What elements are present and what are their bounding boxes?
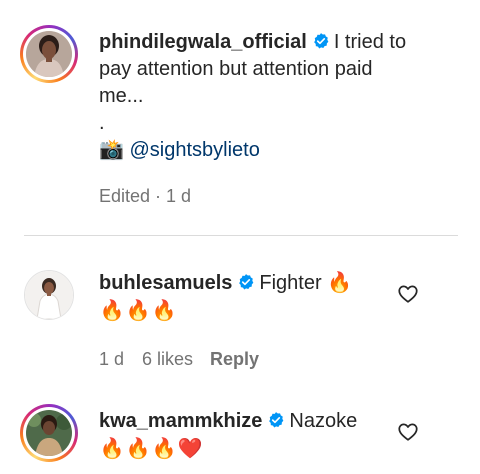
story-ring[interactable] xyxy=(20,25,78,83)
heart-outline-icon[interactable] xyxy=(397,283,419,305)
avatar xyxy=(26,410,72,456)
verified-badge-icon xyxy=(239,274,254,290)
comment-text: I tried to xyxy=(333,31,407,53)
fire-emoji: 🔥 xyxy=(99,300,125,322)
fire-emoji: 🔥 xyxy=(151,300,177,322)
fire-emoji: 🔥 xyxy=(125,300,151,322)
comment-text-line-2: pay attention but attention paid xyxy=(99,58,373,80)
story-ring[interactable] xyxy=(20,404,78,462)
fire-emoji: 🔥 xyxy=(327,272,353,294)
red-heart-emoji: ❤️ xyxy=(177,438,203,460)
comment-username[interactable]: kwa_mammkhize xyxy=(99,410,262,432)
fire-emoji: 🔥 xyxy=(99,438,125,460)
comment-username[interactable]: buhlesamuels xyxy=(99,272,232,294)
comment-text: Fighter xyxy=(259,272,322,294)
mention-link[interactable]: @sightsbylieto xyxy=(129,139,259,161)
verified-badge-icon xyxy=(269,412,284,428)
comment-time: 1 d xyxy=(99,349,125,369)
comment-username[interactable]: phindilegwala_official xyxy=(99,31,307,53)
like-count[interactable]: 6 likes xyxy=(142,349,193,369)
comment-meta: Edited · 1 d xyxy=(99,186,192,206)
divider xyxy=(24,235,458,236)
fire-emoji: 🔥 xyxy=(151,438,177,460)
camera-emoji: 📸 xyxy=(99,139,124,161)
avatar xyxy=(26,31,72,77)
avatar[interactable] xyxy=(24,270,74,320)
comment-text-line-3: me... xyxy=(99,85,144,107)
heart-outline-icon[interactable] xyxy=(397,421,419,443)
comment-text: Nazoke xyxy=(289,410,358,432)
comment-dot: . xyxy=(99,112,105,134)
reply-button[interactable]: Reply xyxy=(210,349,259,369)
fire-emoji: 🔥 xyxy=(125,438,151,460)
verified-badge-icon xyxy=(313,33,329,49)
